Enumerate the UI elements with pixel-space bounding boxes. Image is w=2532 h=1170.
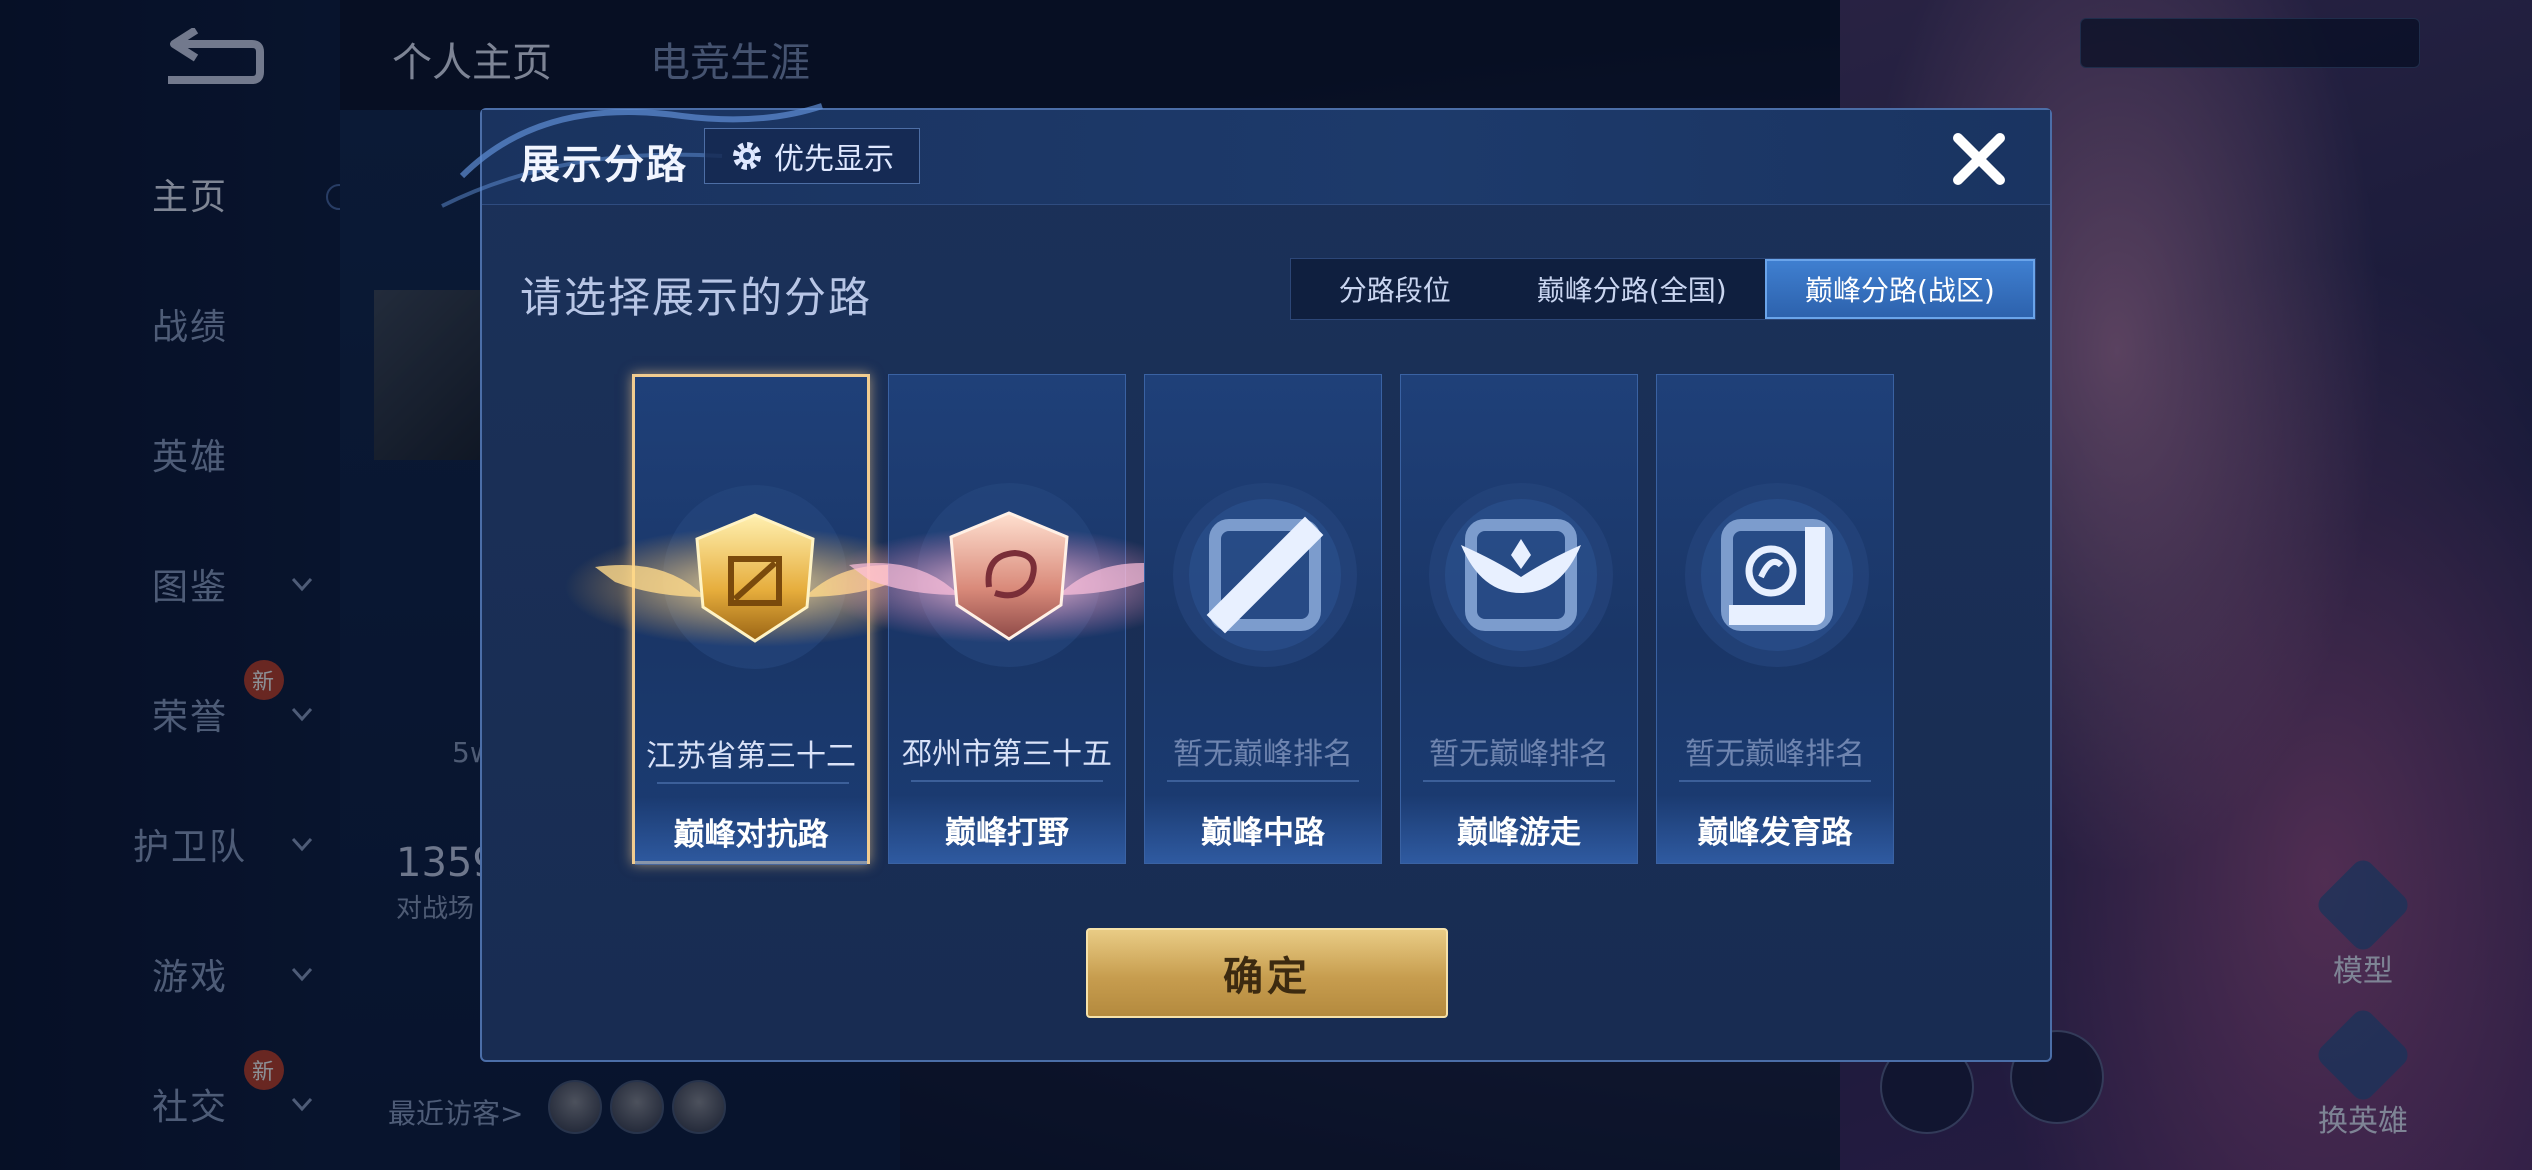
lane-name: 巅峰打野 <box>889 795 1125 863</box>
dialog-title: 展示分路 <box>520 142 688 188</box>
lane-name: 巅峰中路 <box>1145 795 1381 863</box>
dialog-subtitle: 请选择展示的分路 <box>520 273 873 322</box>
lane-rank-text: 江苏省第三十二 <box>646 739 856 774</box>
lane-rank-text: 邳州市第三十五 <box>902 737 1112 772</box>
card-divider <box>911 780 1103 782</box>
tab-peak-lane-region[interactable]: 巅峰分路(战区) <box>1764 259 2035 319</box>
lane-rank-text: 暂无巅峰排名 <box>1685 737 1865 772</box>
gear-icon <box>733 142 761 170</box>
display-lane-dialog: 展示分路 优先显示 请选择展示的分路 分路段位 巅峰分路(全国) 巅峰分路(战区… <box>441 103 2052 1062</box>
lane-rank-text: 暂无巅峰排名 <box>1429 737 1609 772</box>
close-icon[interactable] <box>1944 124 2014 194</box>
confirm-button[interactable]: 确定 <box>1086 928 1448 1018</box>
priority-display-button[interactable]: 优先显示 <box>704 128 920 184</box>
tab-peak-lane-national[interactable]: 巅峰分路(全国) <box>1499 259 1765 319</box>
card-divider <box>1679 780 1871 782</box>
lane-card-farm[interactable]: 暂无巅峰排名 巅峰发育路 <box>1656 374 1894 864</box>
priority-display-label: 优先显示 <box>774 142 894 177</box>
farm-lane-icon <box>1685 483 1869 667</box>
lane-name: 巅峰游走 <box>1401 795 1637 863</box>
lane-name: 巅峰对抗路 <box>635 797 867 865</box>
card-divider <box>1423 780 1615 782</box>
tab-lane-rank[interactable]: 分路段位 <box>1291 259 1499 319</box>
lane-name: 巅峰发育路 <box>1657 795 1893 863</box>
lane-rank-text: 暂无巅峰排名 <box>1173 737 1353 772</box>
lane-type-tabs: 分路段位 巅峰分路(全国) 巅峰分路(战区) <box>1290 258 2036 320</box>
card-divider <box>1167 780 1359 782</box>
card-divider <box>657 782 849 784</box>
